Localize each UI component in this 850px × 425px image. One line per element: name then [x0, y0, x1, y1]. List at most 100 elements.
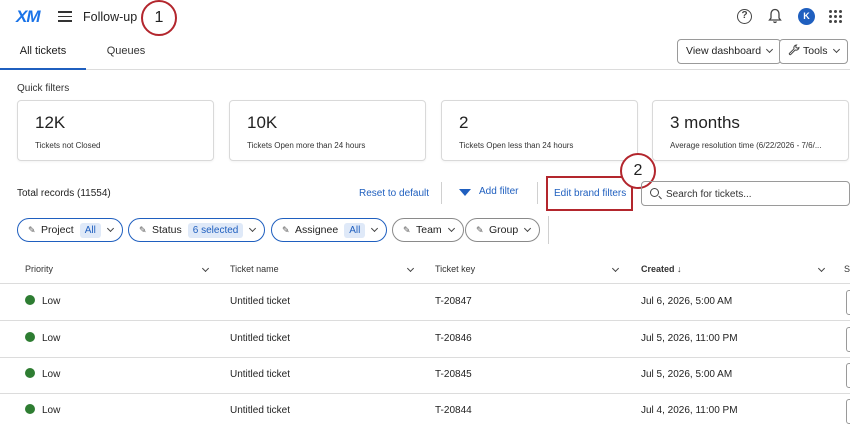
divider [441, 182, 442, 204]
pin-icon: ✎ [28, 225, 36, 235]
chevron-down-icon [832, 45, 840, 54]
ticket-name-cell[interactable]: Untitled ticket [230, 393, 290, 425]
table-row[interactable]: Low Untitled ticket T-20846 Jul 5, 2026,… [0, 321, 850, 358]
view-dashboard-button[interactable]: View dashboard [677, 39, 782, 64]
column-header-truncated[interactable]: S [844, 256, 850, 284]
view-dashboard-label: View dashboard [686, 45, 762, 57]
row-action-button[interactable] [846, 327, 850, 352]
search-icon [650, 188, 659, 197]
divider [548, 216, 549, 244]
quick-filter-card[interactable]: 2 Tickets Open less than 24 hours [441, 100, 638, 161]
column-header-priority[interactable]: Priority [25, 256, 212, 284]
search-box[interactable] [641, 181, 850, 206]
hamburger-menu-icon[interactable] [58, 11, 72, 22]
step-annotation-1: 1 [141, 0, 177, 36]
chevron-down-icon [106, 224, 114, 233]
row-action-button[interactable] [846, 290, 850, 315]
chip-label: Assignee [295, 224, 339, 236]
tab-queues[interactable]: Queues [96, 34, 156, 70]
priority-label: Low [42, 405, 61, 416]
chevron-down-icon[interactable] [201, 264, 210, 273]
quick-filter-value: 12K [35, 113, 66, 132]
page-title: Follow-up [83, 10, 138, 24]
ticket-name-cell[interactable]: Untitled ticket [230, 321, 290, 357]
priority-cell: Low [25, 284, 60, 320]
quick-filters-label: Quick filters [17, 83, 70, 94]
filter-chip-assignee[interactable]: ✎ Assignee All [271, 218, 388, 242]
chip-label: Status [152, 224, 182, 236]
ticket-key-cell: T-20845 [435, 369, 472, 380]
column-header-label: Priority [25, 264, 54, 274]
column-header-ticket-key[interactable]: Ticket key [435, 256, 622, 284]
ticket-key-cell: T-20847 [435, 296, 472, 307]
row-action-button[interactable] [846, 363, 850, 388]
edit-brand-filters-link[interactable]: Edit brand filters [554, 188, 626, 199]
table-row[interactable]: Low Untitled ticket T-20845 Jul 5, 2026,… [0, 357, 850, 394]
ticket-key-cell: T-20844 [435, 405, 472, 416]
quick-filter-desc: Tickets Open less than 24 hours [459, 141, 574, 150]
table-row[interactable]: Low Untitled ticket T-20844 Jul 4, 2026,… [0, 393, 850, 425]
filter-chip-team[interactable]: ✎ Team [392, 218, 464, 242]
chevron-down-icon[interactable] [611, 264, 620, 273]
tabs-row: All tickets Queues View dashboard Tools [0, 34, 850, 70]
filter-chip-group[interactable]: ✎ Group [465, 218, 541, 242]
add-filter-button[interactable]: Add filter [459, 186, 518, 197]
pin-icon: ✎ [282, 225, 290, 235]
filter-chip-project[interactable]: ✎ Project All [17, 218, 123, 242]
priority-cell: Low [25, 321, 60, 357]
column-header-label: Ticket key [435, 264, 476, 274]
row-action-button[interactable] [846, 399, 850, 424]
chevron-down-icon[interactable] [406, 264, 415, 273]
priority-label: Low [42, 296, 61, 307]
ticket-name-cell[interactable]: Untitled ticket [230, 357, 290, 393]
status-dot-icon [25, 332, 35, 342]
column-header-ticket-name[interactable]: Ticket name [230, 256, 417, 284]
user-avatar[interactable]: K [798, 8, 815, 25]
filter-icon [459, 189, 471, 196]
quick-filter-card[interactable]: 3 months Average resolution time (6/22/2… [652, 100, 849, 161]
created-cell: Jul 5, 2026, 11:00 PM [641, 333, 738, 344]
quick-filter-value: 10K [247, 113, 278, 132]
chevron-down-icon [524, 224, 532, 233]
reset-to-default-link[interactable]: Reset to default [359, 188, 429, 199]
add-filter-label: Add filter [479, 186, 519, 197]
status-dot-icon [25, 404, 35, 414]
column-header-created[interactable]: Created ↓ [641, 256, 828, 284]
wrench-icon [788, 44, 800, 56]
created-cell: Jul 4, 2026, 11:00 PM [641, 405, 738, 416]
quick-filter-card[interactable]: 12K Tickets not Closed [17, 100, 214, 161]
chip-label: Group [489, 224, 519, 236]
quick-filter-card[interactable]: 10K Tickets Open more than 24 hours [229, 100, 426, 161]
priority-label: Low [42, 333, 61, 344]
status-dot-icon [25, 368, 35, 378]
chevron-down-icon [249, 224, 257, 233]
xm-logo[interactable]: XM [16, 7, 40, 27]
tools-label: Tools [803, 45, 828, 57]
help-icon[interactable]: ? [737, 9, 752, 24]
table-row[interactable]: Low Untitled ticket T-20847 Jul 6, 2026,… [0, 284, 850, 321]
chip-badge: All [79, 223, 101, 238]
tools-button[interactable]: Tools [779, 39, 848, 64]
filter-chip-status[interactable]: ✎ Status 6 selected [128, 218, 266, 242]
column-header-label: Ticket name [230, 264, 279, 274]
ticket-key-cell: T-20846 [435, 333, 472, 344]
chip-badge: All [344, 223, 366, 238]
quick-filter-desc: Tickets not Closed [35, 141, 101, 150]
chip-label: Project [41, 224, 74, 236]
total-records: Total records (11554) [17, 188, 111, 199]
quick-filter-desc: Average resolution time (6/22/2026 - 7/6… [670, 141, 822, 150]
column-header-label: Created [641, 264, 675, 274]
pin-icon: ✎ [476, 225, 484, 235]
column-header-label: S [844, 264, 850, 274]
chevron-down-icon [447, 224, 455, 233]
search-input[interactable] [666, 185, 846, 203]
ticket-name-cell[interactable]: Untitled ticket [230, 284, 290, 320]
sort-descending-icon: ↓ [677, 264, 682, 274]
created-cell: Jul 5, 2026, 5:00 AM [641, 369, 733, 380]
chevron-down-icon[interactable] [817, 264, 826, 273]
chip-badge: 6 selected [187, 223, 244, 238]
created-cell: Jul 6, 2026, 5:00 AM [641, 296, 733, 307]
bell-icon[interactable] [768, 8, 782, 24]
app-launcher-icon[interactable] [829, 10, 842, 23]
tab-all-tickets[interactable]: All tickets [0, 34, 86, 70]
